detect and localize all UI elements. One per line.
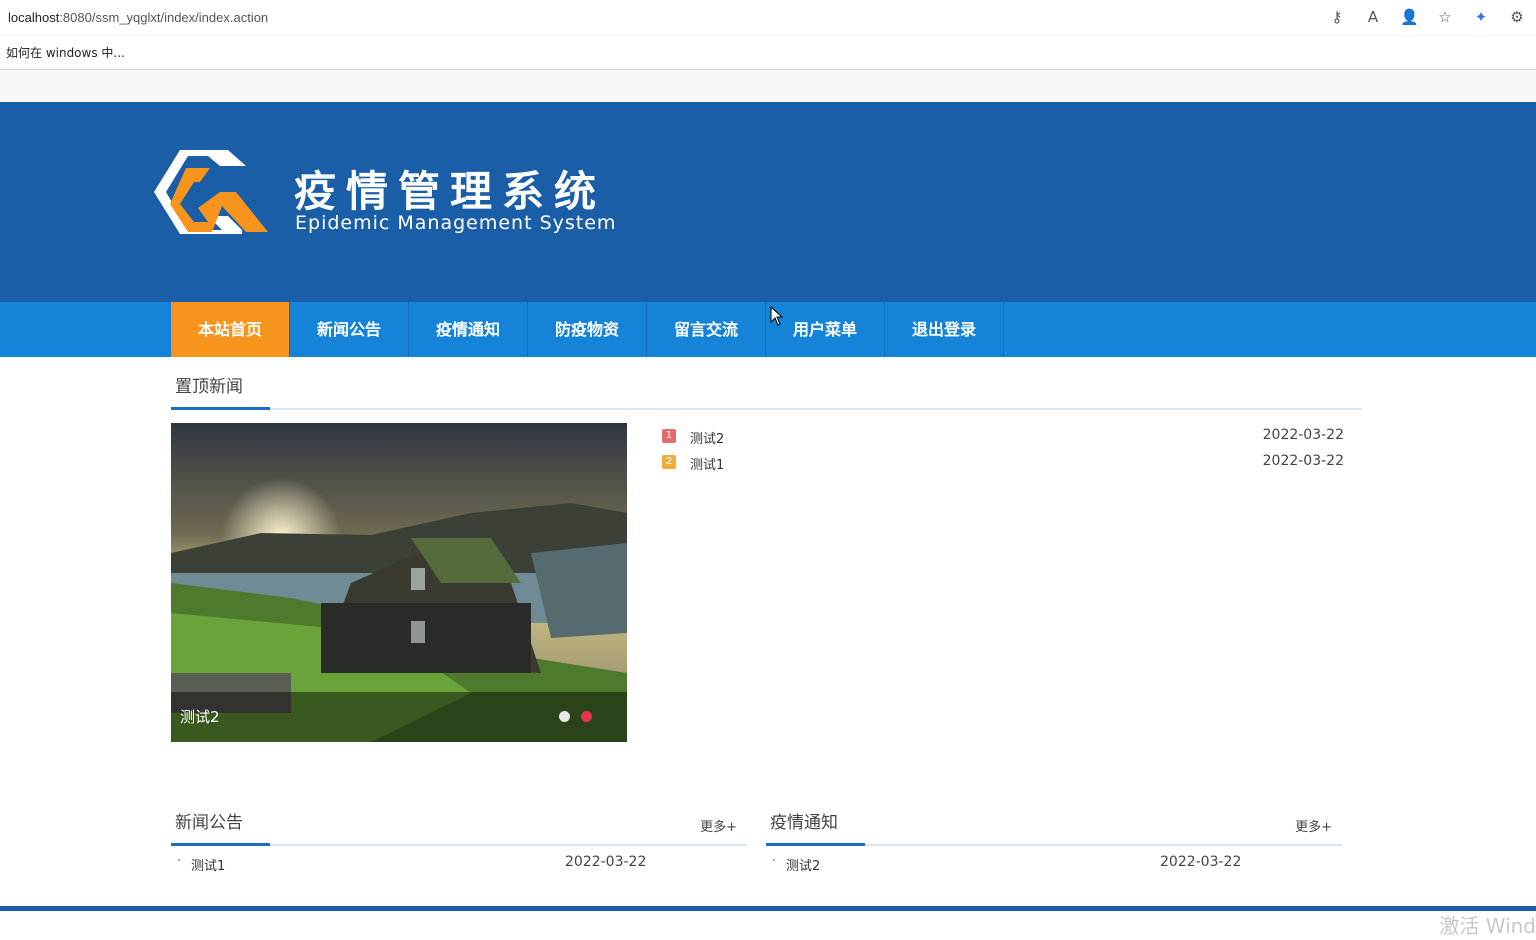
bullet: · <box>772 854 777 869</box>
address-bar[interactable]: localhost:8080/ssm_yqglxt/index/index.ac… <box>0 0 1536 36</box>
top-news-list: 1 测试2 2022-03-22 2 测试1 2022-03-22 <box>662 426 1344 478</box>
slider-dot-1[interactable] <box>559 711 570 722</box>
nav-item-messages[interactable]: 留言交流 <box>647 302 766 357</box>
epidemic-header: 疫情通知 更多+ <box>766 806 1342 846</box>
list-item: 2 测试1 2022-03-22 <box>662 452 1344 478</box>
news-title: 新闻公告 <box>171 806 270 846</box>
nav-item-news[interactable]: 新闻公告 <box>290 302 409 357</box>
key-icon[interactable]: ⚷ <box>1328 6 1346 28</box>
nav-item-supplies[interactable]: 防疫物资 <box>528 302 647 357</box>
news-more-link[interactable]: 更多+ <box>700 816 737 835</box>
settings-icon[interactable]: ⚙ <box>1508 6 1526 28</box>
site-logo <box>154 150 268 234</box>
site-header: 疫情管理系统 Epidemic Management System <box>0 102 1536 302</box>
browser-toolbar: ⚷ A 👤 ☆ ✦ ⚙ <box>1328 6 1526 28</box>
epidemic-item-date: 2022-03-22 <box>1160 854 1242 870</box>
nav-item-epidemic-notice[interactable]: 疫情通知 <box>409 302 528 357</box>
list-item: · 测试2 2022-03-22 <box>766 854 1342 876</box>
top-news-item-date: 2022-03-22 <box>1262 453 1344 469</box>
site-subtitle: Epidemic Management System <box>295 212 617 234</box>
site-title: 疫情管理系统 <box>294 167 607 216</box>
slider-caption: 测试2 <box>171 692 627 742</box>
image-slider[interactable]: 测试2 <box>171 423 627 742</box>
epidemic-more-link[interactable]: 更多+ <box>1295 816 1332 835</box>
footer-divider <box>0 906 1536 911</box>
extension-icon[interactable]: ✦ <box>1472 6 1490 28</box>
top-news-item-title[interactable]: 测试2 <box>690 428 724 447</box>
rank-badge: 1 <box>662 429 676 443</box>
slider-caption-text[interactable]: 测试2 <box>180 706 220 727</box>
nav-item-home[interactable]: 本站首页 <box>171 302 290 357</box>
top-news-header: 置顶新闻 <box>171 370 1362 410</box>
list-item: 1 测试2 2022-03-22 <box>662 426 1344 452</box>
nav-item-logout[interactable]: 退出登录 <box>885 302 1004 357</box>
activation-watermark: 激活 Wind <box>1439 914 1536 938</box>
url-text[interactable]: localhost:8080/ssm_yqglxt/index/index.ac… <box>8 10 268 25</box>
main-nav: 本站首页 新闻公告 疫情通知 防疫物资 留言交流 用户菜单 退出登录 <box>0 302 1536 357</box>
read-aloud-icon[interactable]: A <box>1364 6 1382 28</box>
rank-badge: 2 <box>662 455 676 469</box>
page-top-strip <box>0 70 1536 102</box>
bookmark-bar: 如何在 windows 中... <box>0 36 1536 70</box>
bullet: · <box>177 854 182 869</box>
mouse-cursor-icon <box>770 306 784 326</box>
news-header: 新闻公告 更多+ <box>171 806 747 846</box>
top-news-item-title[interactable]: 测试1 <box>690 454 724 473</box>
epidemic-title: 疫情通知 <box>766 806 865 846</box>
news-item-title[interactable]: 测试1 <box>191 855 225 874</box>
news-item-date: 2022-03-22 <box>565 854 647 870</box>
top-news-title: 置顶新闻 <box>171 370 270 410</box>
slider-dot-2[interactable] <box>581 711 592 722</box>
bookmark-item[interactable]: 如何在 windows 中... <box>6 44 125 61</box>
epidemic-item-title[interactable]: 测试2 <box>786 855 820 874</box>
person-icon[interactable]: 👤 <box>1400 6 1419 28</box>
list-item: · 测试1 2022-03-22 <box>171 854 747 876</box>
top-news-item-date: 2022-03-22 <box>1262 427 1344 443</box>
favorites-icon[interactable]: ☆ <box>1436 6 1454 28</box>
